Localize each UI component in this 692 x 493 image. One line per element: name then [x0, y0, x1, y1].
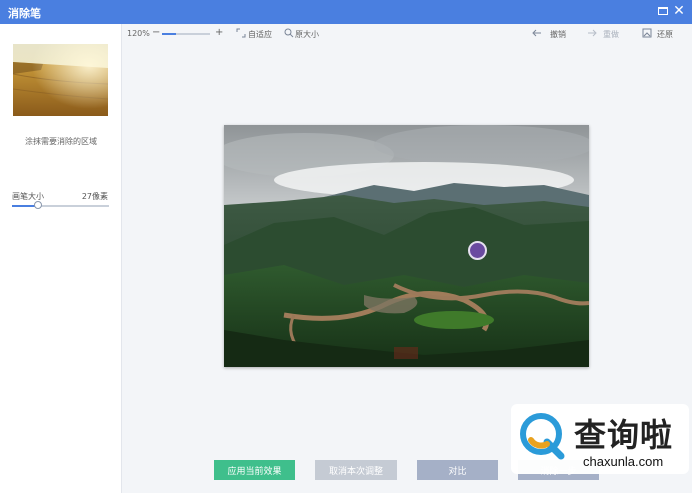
close-icon: ✕: [673, 3, 685, 19]
watermark-text: 查询啦: [574, 416, 674, 454]
sidebar: 涂抹需要消除的区域 画笔大小 27像素: [0, 24, 122, 493]
watermark-logo-icon: [517, 410, 569, 462]
brush-cursor: [468, 241, 487, 260]
original-size-button[interactable]: 原大小: [295, 29, 319, 40]
cancel-adjustment-button[interactable]: 取消本次调整: [315, 460, 397, 480]
restore-button[interactable]: 还原: [657, 29, 673, 40]
title-bar: 消除笔 ✕: [0, 0, 692, 24]
undo-button[interactable]: 撤销: [550, 29, 566, 40]
brush-hint: 涂抹需要消除的区域: [25, 137, 97, 146]
preview-thumbnail: [13, 44, 108, 116]
fit-button[interactable]: 自适应: [248, 29, 272, 40]
zoom-fill: [162, 33, 177, 35]
zoom-slider[interactable]: [162, 33, 210, 35]
maximize-button[interactable]: [656, 4, 670, 18]
toolbar: 120% − + 自适应 原大小 撤销 重做 还原: [122, 24, 692, 44]
restore-icon[interactable]: [642, 28, 652, 38]
watermark-url: chaxunla.com: [583, 454, 664, 469]
undo-icon[interactable]: [532, 28, 542, 38]
compare-button[interactable]: 对比: [417, 460, 498, 480]
site-watermark: 查询啦 chaxunla.com: [511, 404, 689, 474]
zoom-in-icon[interactable]: +: [215, 27, 223, 38]
brush-size-slider[interactable]: [12, 201, 109, 209]
zoom-value: 120%: [127, 29, 150, 38]
close-button[interactable]: ✕: [672, 4, 686, 18]
redo-button[interactable]: 重做: [603, 29, 619, 40]
apply-effect-button[interactable]: 应用当前效果: [214, 460, 295, 480]
maximize-icon: [658, 7, 668, 15]
redo-icon[interactable]: [587, 28, 597, 38]
slider-handle[interactable]: [34, 201, 43, 209]
fit-icon[interactable]: [236, 28, 246, 38]
window-title: 消除笔: [8, 7, 41, 20]
editing-photo[interactable]: [224, 125, 589, 367]
brush-size-value: 27像素: [81, 192, 108, 201]
magnifier-icon[interactable]: [284, 28, 294, 38]
zoom-out-icon[interactable]: −: [152, 27, 160, 38]
